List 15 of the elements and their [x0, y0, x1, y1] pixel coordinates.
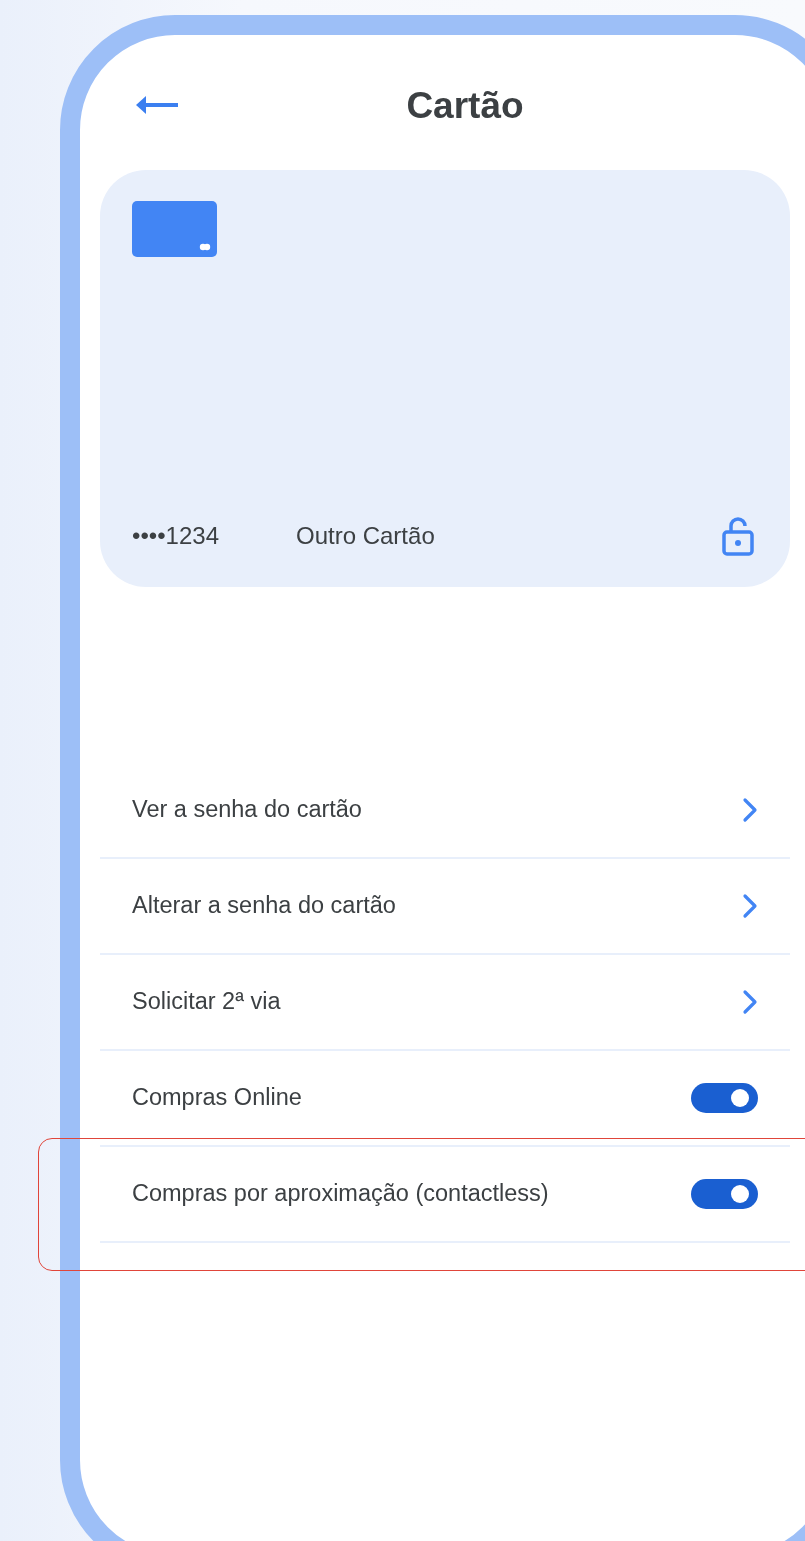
- option-label: Solicitar 2ª via: [132, 987, 281, 1017]
- card-number: ••••1234: [132, 521, 220, 551]
- toggle-switch[interactable]: [691, 1179, 758, 1209]
- option-label: Compras Online: [132, 1083, 302, 1113]
- option-label: Compras por aproximação (contactless): [132, 1179, 549, 1209]
- chevron-right-icon[interactable]: [742, 893, 758, 919]
- card-icon: [132, 201, 217, 257]
- option-label: Ver a senha do cartão: [132, 795, 362, 825]
- chevron-right-icon[interactable]: [742, 989, 758, 1015]
- chevron-right-icon[interactable]: [742, 797, 758, 823]
- card-name: Outro Cartão: [296, 521, 435, 551]
- unlocked-icon[interactable]: [722, 516, 754, 556]
- option-label: Alterar a senha do cartão: [132, 891, 396, 921]
- toggle-switch[interactable]: [691, 1083, 758, 1113]
- screen-title: Cartão: [405, 87, 524, 124]
